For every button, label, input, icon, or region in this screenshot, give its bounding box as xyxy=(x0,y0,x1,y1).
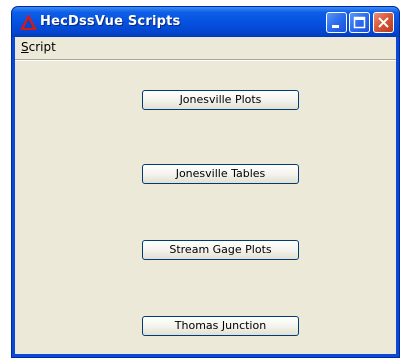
client-area: Script Jonesville Plots Jonesville Table… xyxy=(15,37,396,354)
close-button[interactable] xyxy=(373,12,394,33)
title-bar[interactable]: HecDssVue Scripts xyxy=(12,7,399,37)
thomas-junction-button[interactable]: Thomas Junction xyxy=(142,316,299,336)
jonesville-tables-button[interactable]: Jonesville Tables xyxy=(142,164,299,184)
menu-bar: Script xyxy=(15,37,396,59)
menu-separator xyxy=(15,59,396,61)
minimize-button[interactable] xyxy=(326,12,347,33)
close-icon xyxy=(378,17,389,28)
app-window: HecDssVue Scripts Script Jonesville Plot… xyxy=(11,6,400,358)
menu-script[interactable]: Script xyxy=(17,40,60,54)
window-title: HecDssVue Scripts xyxy=(40,14,181,29)
jonesville-plots-button[interactable]: Jonesville Plots xyxy=(142,90,299,110)
maximize-icon xyxy=(353,16,366,29)
minimize-icon xyxy=(332,25,339,28)
stream-gage-plots-button[interactable]: Stream Gage Plots xyxy=(142,240,299,260)
red-triangle-icon xyxy=(20,14,37,30)
maximize-button[interactable] xyxy=(349,12,370,33)
